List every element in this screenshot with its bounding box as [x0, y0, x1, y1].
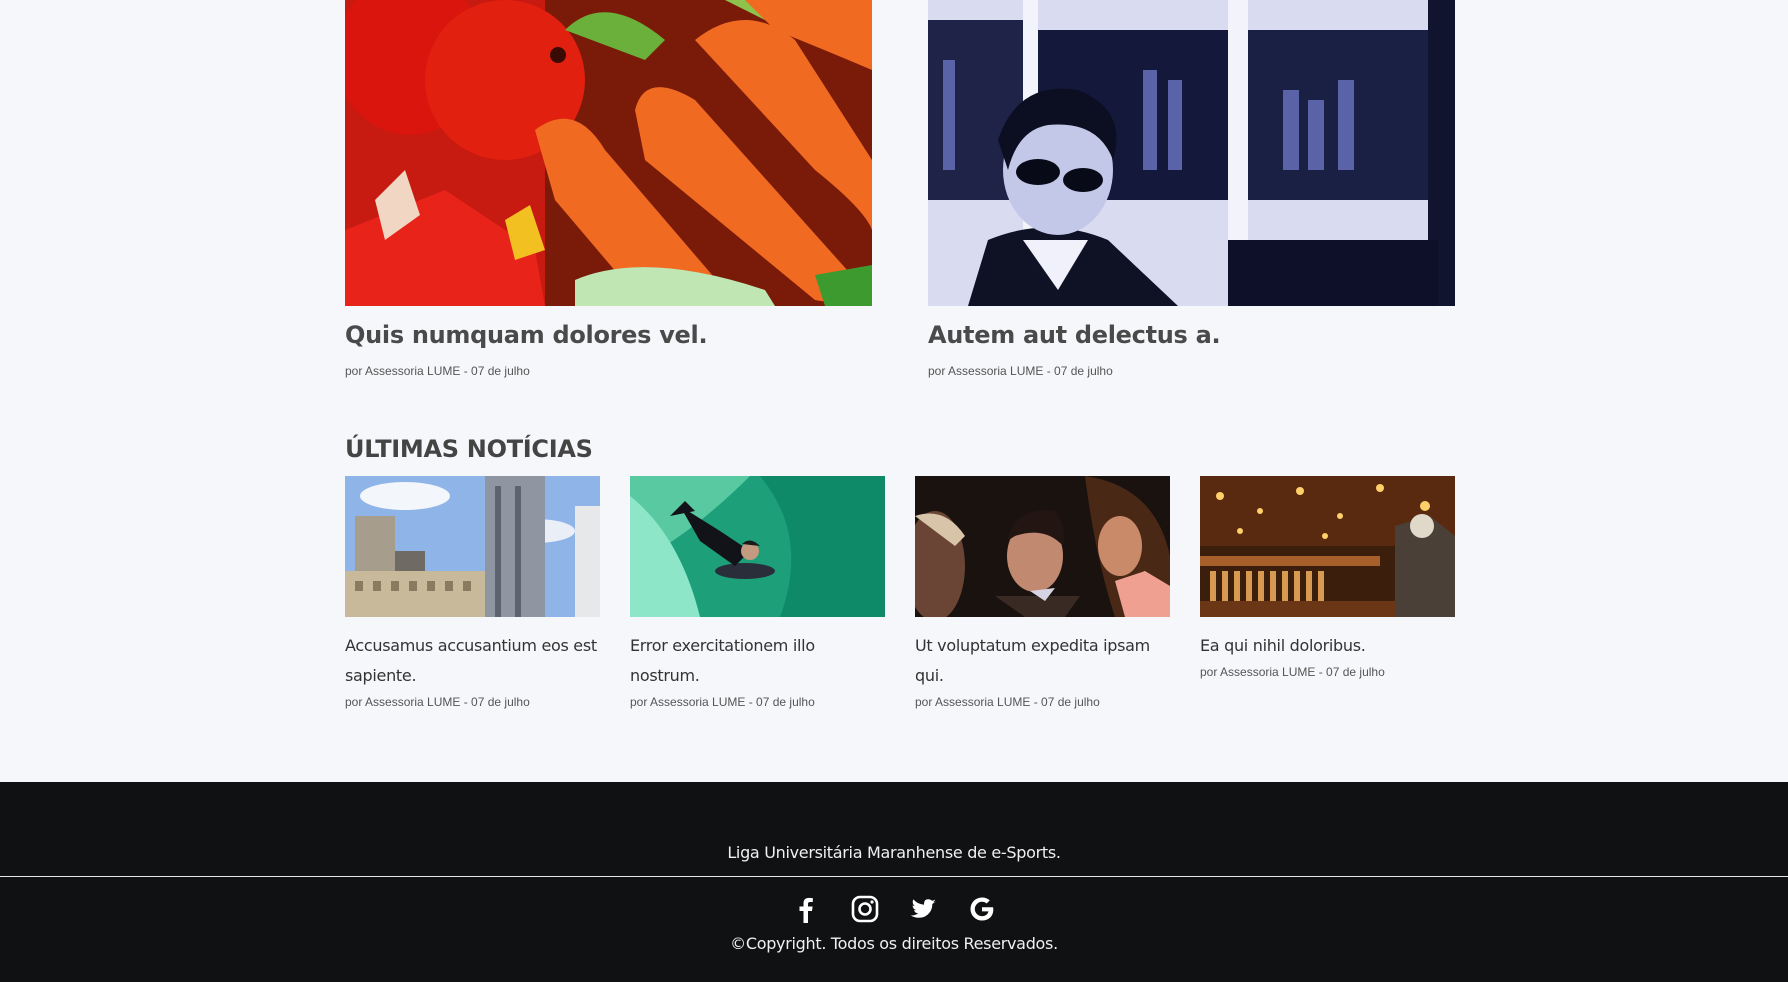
twitter-icon[interactable] [908, 894, 938, 924]
man-sunglasses-image [928, 0, 1455, 306]
party-people-image [915, 476, 1170, 617]
news-title[interactable]: Ea qui nihil doloribus. [1200, 631, 1455, 661]
news-title[interactable]: Ut voluptatum expedita ipsam qui. [915, 631, 1170, 691]
vegetables-image [345, 0, 872, 306]
google-icon[interactable] [967, 894, 997, 924]
featured-title[interactable]: Autem aut delectus a. [928, 320, 1455, 350]
copyright-text: ©Copyright. Todos os direitos Reservados… [730, 934, 1058, 953]
latest-news-heading: ÚLTIMAS NOTÍCIAS [345, 435, 593, 463]
vegetables-photo[interactable] [345, 0, 872, 306]
article-meta: por Assessoria LUME - 07 de julho [928, 364, 1113, 378]
news-card: Ut voluptatum expedita ipsam qui. por As… [915, 476, 1170, 709]
pub-interior-photo[interactable] [1200, 476, 1455, 617]
featured-title[interactable]: Quis numquam dolores vel. [345, 320, 872, 350]
news-card: Accusamus accusantium eos est sapiente. … [345, 476, 600, 709]
party-people-photo[interactable] [915, 476, 1170, 617]
city-skyline-photo[interactable] [345, 476, 600, 617]
article-meta: por Assessoria LUME - 07 de julho [1200, 665, 1385, 679]
article-meta: por Assessoria LUME - 07 de julho [345, 364, 530, 378]
social-links [0, 894, 1788, 924]
city-skyline-image [345, 476, 600, 617]
featured-card: Autem aut delectus a. por Assessoria LUM… [928, 0, 1455, 378]
man-sunglasses-bar-photo[interactable] [928, 0, 1455, 306]
bodyboard-surfer-photo[interactable] [630, 476, 885, 617]
bodyboard-surfer-image [630, 476, 885, 617]
featured-articles: Quis numquam dolores vel. por Assessoria… [345, 0, 1455, 400]
pub-interior-image [1200, 476, 1455, 617]
news-card: Error exercitationem illo nostrum. por A… [630, 476, 885, 709]
footer-organization: Liga Universitária Maranhense de e-Sport… [727, 843, 1061, 862]
facebook-icon[interactable] [791, 894, 821, 924]
article-meta: por Assessoria LUME - 07 de julho [915, 695, 1100, 709]
article-meta: por Assessoria LUME - 07 de julho [345, 695, 530, 709]
featured-card: Quis numquam dolores vel. por Assessoria… [345, 0, 872, 378]
news-title[interactable]: Accusamus accusantium eos est sapiente. [345, 631, 600, 691]
site-footer: Liga Universitária Maranhense de e-Sport… [0, 782, 1788, 982]
article-meta: por Assessoria LUME - 07 de julho [630, 695, 815, 709]
news-card: Ea qui nihil doloribus. por Assessoria L… [1200, 476, 1455, 679]
instagram-icon[interactable] [850, 894, 880, 924]
footer-divider [0, 876, 1788, 877]
news-title[interactable]: Error exercitationem illo nostrum. [630, 631, 885, 691]
